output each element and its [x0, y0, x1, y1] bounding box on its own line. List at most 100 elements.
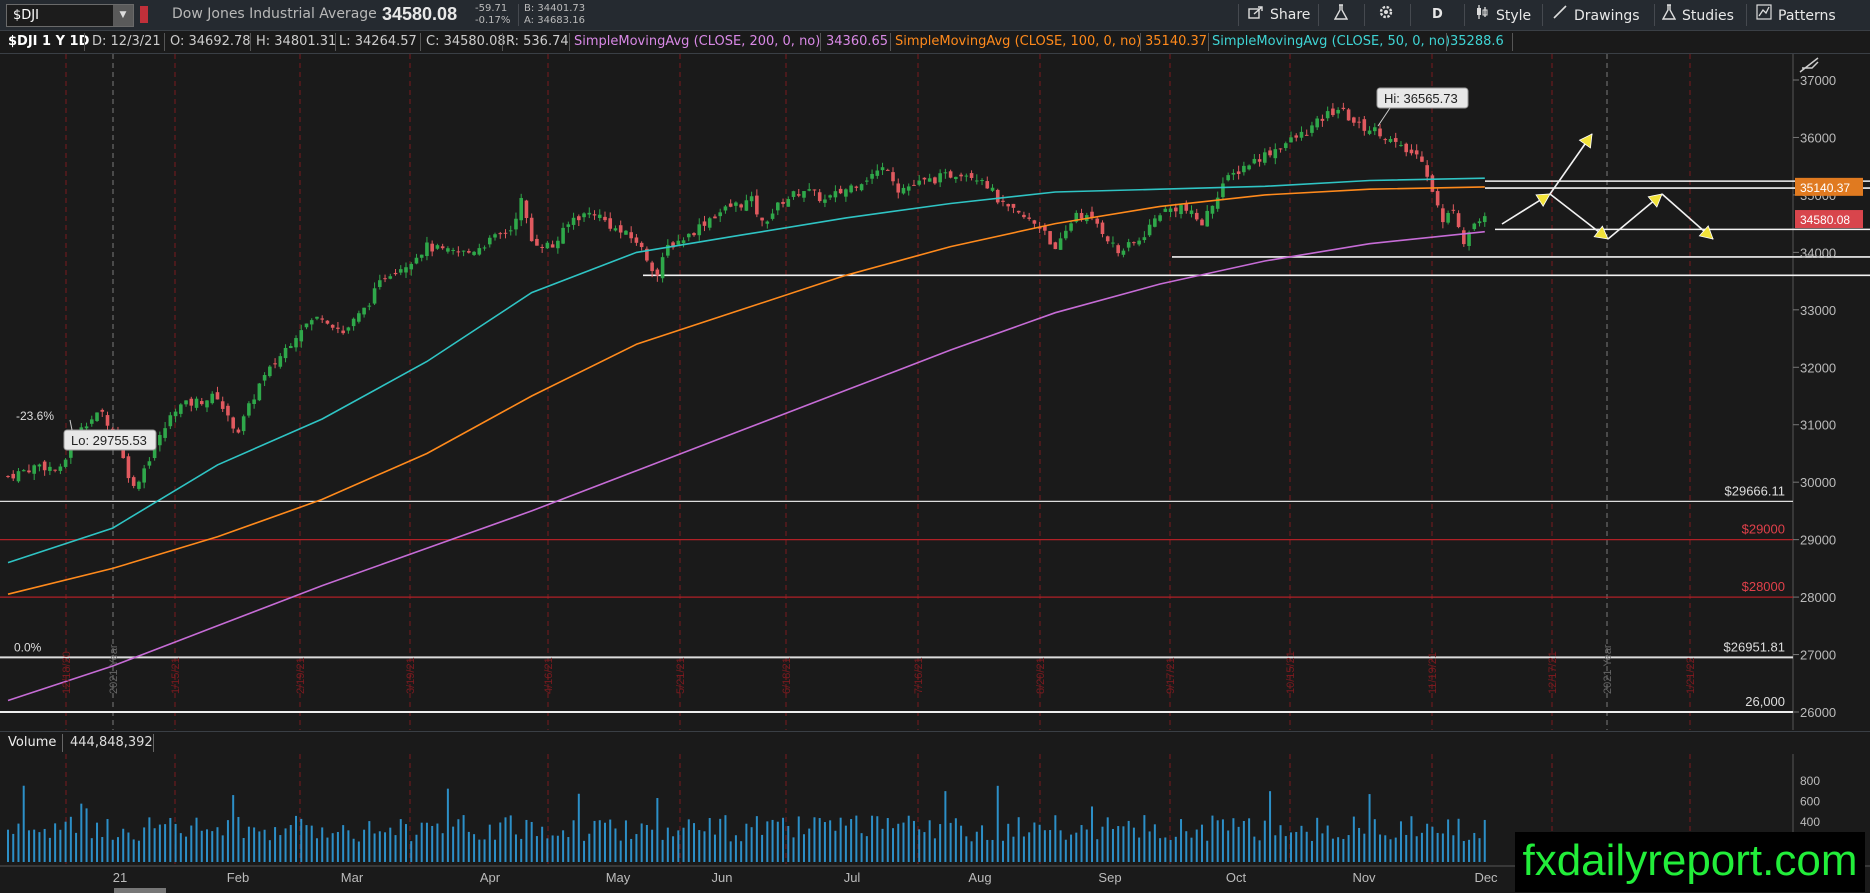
volume-bar [153, 828, 156, 862]
volume-bar [1070, 834, 1073, 862]
studies-label: Studies [1682, 8, 1734, 24]
pencil-line-icon [1552, 4, 1568, 27]
symbol-input[interactable]: $DJI ▼ [6, 4, 134, 27]
time-axis-label: Nov [1352, 870, 1376, 885]
candle-body [1268, 150, 1272, 156]
volume-bar [1347, 835, 1350, 862]
volume-bar [708, 818, 711, 862]
candle-body [990, 187, 995, 191]
candle-body [603, 216, 607, 221]
sma200-label[interactable]: SimpleMovingAvg (CLOSE, 200, 0, no) [570, 31, 820, 53]
price-chart[interactable]: $29666.11 $29000 $28000 $26951.81 26,000 260… [0, 54, 1870, 730]
studies-button[interactable]: Studies [1661, 4, 1734, 27]
volume-bar [1049, 830, 1052, 862]
candle-body [1236, 171, 1241, 174]
bar-close: C: 34580.08 [426, 34, 506, 49]
ask-value: A: 34683.16 [524, 15, 585, 26]
volume-bar [195, 817, 198, 862]
sma100-value: 35140.37 [1145, 34, 1208, 49]
date-marker-label: 6/18/21 [781, 657, 793, 694]
candle-body [252, 399, 256, 405]
volume-bar [1033, 822, 1036, 862]
candle-body [854, 186, 859, 188]
candle-body [304, 323, 309, 328]
candle-body [1158, 215, 1162, 221]
chevron-down-icon[interactable]: ▼ [113, 5, 133, 26]
volume-bar [1138, 837, 1141, 862]
candle-body [885, 169, 890, 171]
volume-bar [1127, 820, 1130, 862]
sma50-label[interactable]: SimpleMovingAvg (CLOSE, 50, 0, no) [1208, 31, 1450, 53]
share-button[interactable]: Share [1248, 4, 1310, 26]
candle-body [1137, 240, 1141, 245]
volume-bar [368, 821, 371, 862]
volume-bar [965, 836, 968, 862]
candle-body [1132, 242, 1136, 244]
candle-body [875, 170, 880, 176]
candle-body [723, 206, 728, 211]
volume-bar [933, 838, 936, 862]
volume-bar [96, 822, 99, 862]
sma100-label[interactable]: SimpleMovingAvg (CLOSE, 100, 0, no) [891, 31, 1141, 53]
candle-body [105, 415, 110, 426]
settings-button[interactable] [1378, 4, 1400, 26]
volume-bar [823, 822, 826, 862]
volume-bar [1405, 834, 1408, 862]
volume-bar [488, 824, 491, 862]
candle-body [650, 262, 654, 272]
volume-bar [871, 815, 874, 862]
volume-bar [719, 818, 722, 862]
candle-body [1095, 218, 1100, 224]
divider [1318, 4, 1319, 26]
volume-bar [1263, 820, 1266, 862]
watermark-text: fxdailyreport.com [1515, 832, 1865, 892]
candle-body [896, 183, 901, 193]
divider [84, 33, 85, 51]
candle-body [1179, 205, 1183, 215]
candle-body [226, 405, 230, 416]
volume-bar [54, 823, 57, 862]
symbol-period[interactable]: $DJI 1 Y 1D [4, 31, 89, 53]
y-tick-label: 37000 [1800, 73, 1836, 88]
candle-body [137, 481, 141, 489]
style-button[interactable]: Style [1474, 4, 1531, 26]
candle-body [561, 227, 565, 244]
volume-bar [970, 841, 973, 862]
candle-body [456, 251, 461, 253]
volume-bar [1290, 832, 1293, 862]
volume-bar [1237, 826, 1240, 862]
candle-body [823, 199, 827, 203]
volume-bar [431, 825, 434, 862]
candlestick-icon [1474, 4, 1490, 27]
volume-bar [1059, 830, 1062, 862]
candle-body [351, 318, 356, 327]
candle-body [540, 246, 544, 248]
candle-body [1053, 242, 1058, 250]
flask-button[interactable] [1333, 4, 1354, 26]
candle-body [163, 428, 167, 438]
period-button[interactable]: D [1432, 4, 1443, 26]
volume-label[interactable]: Volume [8, 735, 56, 750]
drawings-button[interactable]: Drawings [1552, 4, 1640, 26]
patterns-button[interactable]: Patterns [1756, 4, 1836, 26]
volume-bar [583, 840, 586, 862]
volume-bar [33, 829, 36, 862]
bar-open: O: 34692.78 [170, 34, 251, 49]
volume-bar [169, 817, 172, 862]
volume-bar [1085, 829, 1088, 862]
candle-body [618, 225, 623, 233]
candle-body [27, 470, 31, 473]
candle-body [912, 184, 916, 186]
flag-icon[interactable] [140, 6, 148, 23]
time-axis-label: Apr [480, 870, 501, 885]
symbol-value: $DJI [13, 8, 39, 23]
candle-body [577, 216, 581, 221]
volume-bar [556, 835, 559, 862]
y-tick-label: 31000 [1800, 418, 1836, 433]
candle-body [1315, 118, 1319, 128]
candle-body [493, 234, 497, 238]
flask-icon [1661, 4, 1677, 27]
volume-bar [1258, 840, 1261, 862]
candle-body [294, 338, 298, 348]
candle-body [1163, 208, 1168, 212]
